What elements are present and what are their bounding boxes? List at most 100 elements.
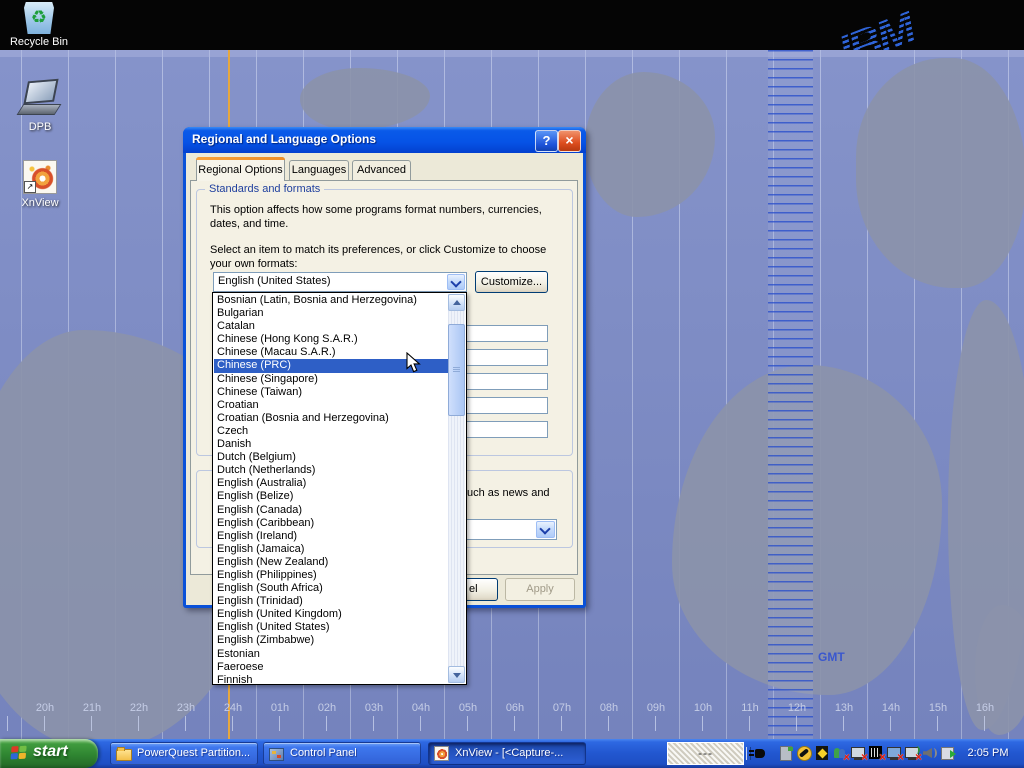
pc-card-icon[interactable]: [778, 745, 794, 761]
language-list-item[interactable]: English (United States): [214, 621, 448, 634]
language-list-item[interactable]: English (Canada): [214, 504, 448, 517]
customize-button[interactable]: Customize...: [475, 271, 548, 293]
power-meter-icon[interactable]: [814, 745, 830, 761]
apply-button[interactable]: Apply: [505, 578, 575, 601]
network-places-icon[interactable]: ×: [850, 745, 866, 761]
hour-label: 20h: [28, 702, 62, 714]
dialog-titlebar[interactable]: Regional and Language Options ? ×: [183, 127, 586, 153]
no-signal-icon[interactable]: ×: [868, 745, 884, 761]
hour-label: 15h: [921, 702, 955, 714]
hour-label: 05h: [451, 702, 485, 714]
list-scrollbar[interactable]: [448, 294, 465, 683]
scroll-up-button[interactable]: [448, 294, 465, 311]
language-list-item[interactable]: Estonian: [214, 648, 448, 661]
modem-icon[interactable]: [796, 745, 812, 761]
arrow-down-icon: [453, 673, 461, 678]
language-list-item[interactable]: Dutch (Netherlands): [214, 464, 448, 477]
combobox-dropdown-button[interactable]: [447, 274, 465, 290]
language-list-item[interactable]: English (New Zealand): [214, 556, 448, 569]
removable-device-icon[interactable]: [940, 745, 956, 761]
language-list-item[interactable]: English (Zimbabwe): [214, 634, 448, 647]
lan-disconnected-icon[interactable]: ×: [886, 745, 902, 761]
language-list-item[interactable]: Croatian (Bosnia and Herzegovina): [214, 412, 448, 425]
taskbar: start PowerQuest Partition... Control Pan…: [0, 739, 1024, 768]
hour-label: 13h: [827, 702, 861, 714]
volume-icon[interactable]: [922, 745, 938, 761]
language-list-item[interactable]: English (Ireland): [214, 530, 448, 543]
taskbar-button-control-panel[interactable]: Control Panel: [263, 742, 421, 765]
hour-label: 04h: [404, 702, 438, 714]
hour-label: 23h: [169, 702, 203, 714]
hour-label: 11h: [733, 702, 767, 714]
language-list-item[interactable]: Chinese (Hong Kong S.A.R.): [214, 333, 448, 346]
folder-icon: [116, 749, 132, 761]
language-list-item[interactable]: Finnish: [214, 674, 448, 683]
wireless-disconnected-icon[interactable]: ×: [904, 745, 920, 761]
scrollbar-thumb[interactable]: [448, 324, 465, 416]
error-x-icon: ×: [897, 750, 904, 764]
language-list-item[interactable]: English (South Africa): [214, 582, 448, 595]
arrow-up-icon: [453, 300, 461, 305]
hour-label: 06h: [498, 702, 532, 714]
network-users-icon[interactable]: ×: [832, 745, 848, 761]
xnview-icon: [434, 746, 449, 761]
taskbar-button-powerquest[interactable]: PowerQuest Partition...: [110, 742, 258, 765]
hour-label: 07h: [545, 702, 579, 714]
language-list-item[interactable]: Bosnian (Latin, Bosnia and Herzegovina): [214, 294, 448, 307]
standards-instruction: Select an item to match its preferences,…: [210, 243, 570, 271]
start-button[interactable]: start: [0, 739, 98, 768]
language-list-item[interactable]: English (United Kingdom): [214, 608, 448, 621]
language-list-item[interactable]: English (Australia): [214, 477, 448, 490]
format-combobox[interactable]: English (United States): [213, 272, 467, 292]
continent-shape: [300, 68, 430, 130]
gmt-label: GMT: [818, 650, 845, 664]
language-list-item[interactable]: Bulgarian: [214, 307, 448, 320]
control-panel-icon: [269, 748, 284, 761]
language-list-item[interactable]: Faeroese: [214, 661, 448, 674]
group-label: Standards and formats: [205, 183, 324, 195]
desktop-toolbar[interactable]: ---: [667, 742, 744, 765]
map-top-edge: [0, 50, 1024, 57]
language-list-item[interactable]: Czech: [214, 425, 448, 438]
language-list-item[interactable]: Chinese (Taiwan): [214, 386, 448, 399]
tab-advanced[interactable]: Advanced: [352, 160, 411, 180]
recycle-bin-icon: ♻: [24, 2, 54, 34]
language-list-item[interactable]: Croatian: [214, 399, 448, 412]
xnview-icon: ↗: [23, 160, 57, 194]
desktop-icon-recycle-bin[interactable]: ♻ Recycle Bin: [0, 2, 78, 50]
language-list-item[interactable]: English (Belize): [214, 490, 448, 503]
power-plug-icon[interactable]: [748, 744, 767, 763]
tab-regional-options[interactable]: Regional Options: [196, 157, 285, 181]
recycle-bin-label: Recycle Bin: [0, 36, 78, 48]
language-list-item[interactable]: English (Trinidad): [214, 595, 448, 608]
help-button[interactable]: ?: [535, 130, 558, 152]
language-list-item[interactable]: English (Philippines): [214, 569, 448, 582]
standards-description: This option affects how some programs fo…: [210, 203, 562, 231]
desktop-icon-xnview[interactable]: ↗ XnView: [0, 160, 80, 209]
error-x-icon: ×: [915, 750, 922, 764]
hour-label: 08h: [592, 702, 626, 714]
format-combobox-value: English (United States): [218, 275, 331, 287]
language-list-item[interactable]: Catalan: [214, 320, 448, 333]
tab-languages[interactable]: Languages: [289, 160, 349, 180]
top-band: ♻ Recycle Bin IBM: [0, 0, 1024, 50]
combobox-dropdown-button[interactable]: [536, 521, 555, 538]
language-dropdown-list: Bosnian (Latin, Bosnia and Herzegovina)B…: [212, 292, 467, 685]
continent-shape: [585, 72, 715, 217]
taskbar-clock[interactable]: 2:05 PM: [956, 739, 1020, 768]
close-button[interactable]: ×: [558, 130, 581, 152]
hour-label: 22h: [122, 702, 156, 714]
continent-shape: [856, 58, 1024, 288]
taskbar-button-xnview[interactable]: XnView - [<Capture-...: [428, 742, 586, 765]
language-list-item[interactable]: Danish: [214, 438, 448, 451]
scroll-down-button[interactable]: [448, 666, 465, 683]
taskbar-button-label: PowerQuest Partition...: [137, 747, 250, 759]
language-list-item[interactable]: English (Jamaica): [214, 543, 448, 556]
desktop-icon-dpb[interactable]: DPB: [0, 80, 80, 133]
error-x-icon: ×: [879, 750, 886, 764]
xnview-label: XnView: [0, 197, 80, 209]
desktop: ♻ Recycle Bin IBM GMT 20h21h22h23h24h01h…: [0, 0, 1024, 768]
location-text-fragment: uch as news and: [467, 486, 550, 500]
language-list-item[interactable]: English (Caribbean): [214, 517, 448, 530]
language-list-item[interactable]: Dutch (Belgium): [214, 451, 448, 464]
